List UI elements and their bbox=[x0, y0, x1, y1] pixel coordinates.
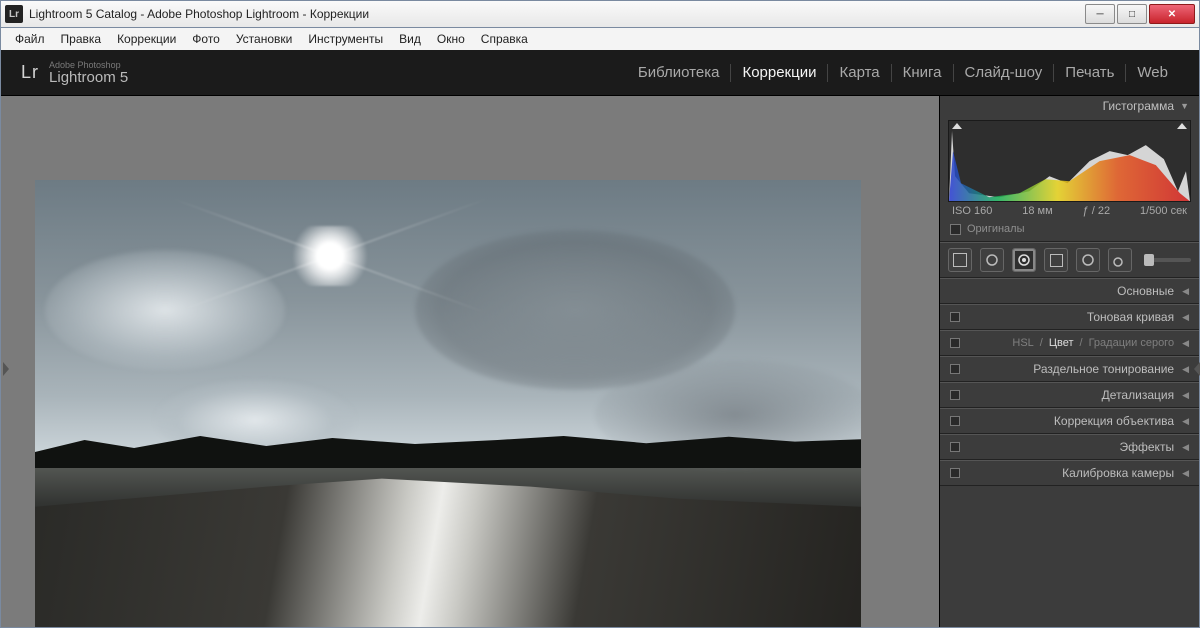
tab-hsl[interactable]: HSL bbox=[1012, 337, 1033, 349]
menu-develop[interactable]: Коррекции bbox=[109, 30, 184, 48]
chevron-left-icon: ◀ bbox=[1182, 390, 1189, 401]
menu-help[interactable]: Справка bbox=[473, 30, 536, 48]
module-print[interactable]: Печать bbox=[1054, 64, 1125, 81]
right-panel-toggle-icon[interactable] bbox=[1194, 362, 1200, 376]
module-web[interactable]: Web bbox=[1126, 64, 1179, 81]
panel-toggle-icon[interactable] bbox=[950, 468, 960, 478]
menu-bar: Файл Правка Коррекции Фото Установки Инс… bbox=[0, 28, 1200, 50]
photo-preview[interactable] bbox=[35, 180, 861, 627]
chevron-left-icon: ◀ bbox=[1182, 468, 1189, 479]
module-map[interactable]: Карта bbox=[828, 64, 890, 81]
menu-presets[interactable]: Установки bbox=[228, 30, 300, 48]
panel-effects-label: Эффекты bbox=[1120, 440, 1175, 454]
app-badge-icon: Lr bbox=[5, 5, 23, 23]
brush-size-slider[interactable] bbox=[1144, 258, 1191, 262]
panel-basic[interactable]: Основные ◀ bbox=[940, 278, 1199, 304]
left-panel-toggle-icon[interactable] bbox=[3, 362, 9, 376]
chevron-left-icon: ◀ bbox=[1182, 286, 1189, 297]
workspace: Гистограмма ▼ ISO 160 18 мм ƒ / 22 1/500… bbox=[1, 96, 1199, 627]
tab-bw[interactable]: Градации серого bbox=[1089, 337, 1175, 349]
panel-split-toning-label: Раздельное тонирование bbox=[1033, 362, 1174, 376]
right-panel: Гистограмма ▼ ISO 160 18 мм ƒ / 22 1/500… bbox=[939, 96, 1199, 627]
crop-tool-icon[interactable] bbox=[948, 248, 972, 272]
menu-photo[interactable]: Фото bbox=[184, 30, 228, 48]
histogram-label: Гистограмма bbox=[1103, 99, 1174, 113]
module-book[interactable]: Книга bbox=[892, 64, 953, 81]
chevron-left-icon: ◀ bbox=[1182, 364, 1189, 375]
panel-toggle-icon[interactable] bbox=[950, 390, 960, 400]
panel-camera-calibration-label: Калибровка камеры bbox=[1062, 466, 1174, 480]
tool-strip bbox=[940, 242, 1199, 278]
panel-toggle-icon[interactable] bbox=[950, 312, 960, 322]
menu-file[interactable]: Файл bbox=[7, 30, 53, 48]
chevron-left-icon: ◀ bbox=[1182, 312, 1189, 323]
menu-view[interactable]: Вид bbox=[391, 30, 429, 48]
app-frame: Lr Adobe Photoshop Lightroom 5 Библиотек… bbox=[0, 50, 1200, 628]
menu-edit[interactable]: Правка bbox=[53, 30, 110, 48]
close-button[interactable]: ✕ bbox=[1149, 4, 1195, 24]
module-library[interactable]: Библиотека bbox=[627, 64, 731, 81]
panel-camera-calibration[interactable]: Калибровка камеры ◀ bbox=[940, 460, 1199, 486]
panel-detail-label: Детализация bbox=[1102, 388, 1174, 402]
chevron-left-icon: ◀ bbox=[1182, 442, 1189, 453]
panel-toggle-icon[interactable] bbox=[950, 364, 960, 374]
exif-shutter: 1/500 сек bbox=[1140, 205, 1187, 217]
originals-label: Оригиналы bbox=[967, 223, 1025, 235]
radial-filter-tool-icon[interactable] bbox=[1076, 248, 1100, 272]
panel-toggle-icon[interactable] bbox=[950, 442, 960, 452]
exif-aperture: ƒ / 22 bbox=[1083, 205, 1111, 217]
histogram-header[interactable]: Гистограмма ▼ bbox=[940, 96, 1199, 116]
exif-row: ISO 160 18 мм ƒ / 22 1/500 сек bbox=[940, 202, 1199, 220]
window-controls: ─ □ ✕ bbox=[1083, 4, 1195, 24]
histogram[interactable] bbox=[948, 120, 1191, 202]
red-eye-tool-icon[interactable] bbox=[1012, 248, 1036, 272]
maximize-button[interactable]: □ bbox=[1117, 4, 1147, 24]
canvas-area bbox=[1, 96, 939, 627]
adjustment-brush-tool-icon[interactable] bbox=[1108, 248, 1132, 272]
menu-tools[interactable]: Инструменты bbox=[300, 30, 391, 48]
panel-tone-curve[interactable]: Тоновая кривая ◀ bbox=[940, 304, 1199, 330]
originals-checkbox[interactable] bbox=[950, 224, 961, 235]
panel-tone-curve-label: Тоновая кривая bbox=[1087, 310, 1174, 324]
spot-removal-tool-icon[interactable] bbox=[980, 248, 1004, 272]
window-titlebar: Lr Lightroom 5 Catalog - Adobe Photoshop… bbox=[0, 0, 1200, 28]
chevron-left-icon: ◀ bbox=[1182, 416, 1189, 427]
panel-toggle-icon[interactable] bbox=[950, 416, 960, 426]
brand-mark: Lr bbox=[21, 62, 39, 83]
brand-big: Lightroom 5 bbox=[49, 70, 128, 85]
panel-effects[interactable]: Эффекты ◀ bbox=[940, 434, 1199, 460]
chevron-left-icon: ◀ bbox=[1182, 338, 1189, 349]
module-develop[interactable]: Коррекции bbox=[731, 64, 827, 81]
minimize-button[interactable]: ─ bbox=[1085, 4, 1115, 24]
collapse-icon: ▼ bbox=[1180, 101, 1189, 111]
panel-basic-label: Основные bbox=[1117, 284, 1174, 298]
module-picker: Библиотека Коррекции Карта Книга Слайд-ш… bbox=[627, 64, 1179, 82]
panel-lens-correction-label: Коррекция объектива bbox=[1054, 414, 1174, 428]
window-title: Lightroom 5 Catalog - Adobe Photoshop Li… bbox=[29, 7, 369, 21]
exif-iso: ISO 160 bbox=[952, 205, 992, 217]
originals-row[interactable]: Оригиналы bbox=[940, 220, 1199, 242]
panel-toggle-icon[interactable] bbox=[950, 338, 960, 348]
panel-hsl[interactable]: HSL/ Цвет/ Градации серого ◀ bbox=[940, 330, 1199, 356]
exif-focal: 18 мм bbox=[1022, 205, 1052, 217]
panel-split-toning[interactable]: Раздельное тонирование ◀ bbox=[940, 356, 1199, 382]
panel-detail[interactable]: Детализация ◀ bbox=[940, 382, 1199, 408]
menu-window[interactable]: Окно bbox=[429, 30, 473, 48]
graduated-filter-tool-icon[interactable] bbox=[1044, 248, 1068, 272]
module-slideshow[interactable]: Слайд-шоу bbox=[954, 64, 1054, 81]
panel-lens-correction[interactable]: Коррекция объектива ◀ bbox=[940, 408, 1199, 434]
tab-color[interactable]: Цвет bbox=[1049, 337, 1074, 349]
module-header: Lr Adobe Photoshop Lightroom 5 Библиотек… bbox=[1, 50, 1199, 96]
